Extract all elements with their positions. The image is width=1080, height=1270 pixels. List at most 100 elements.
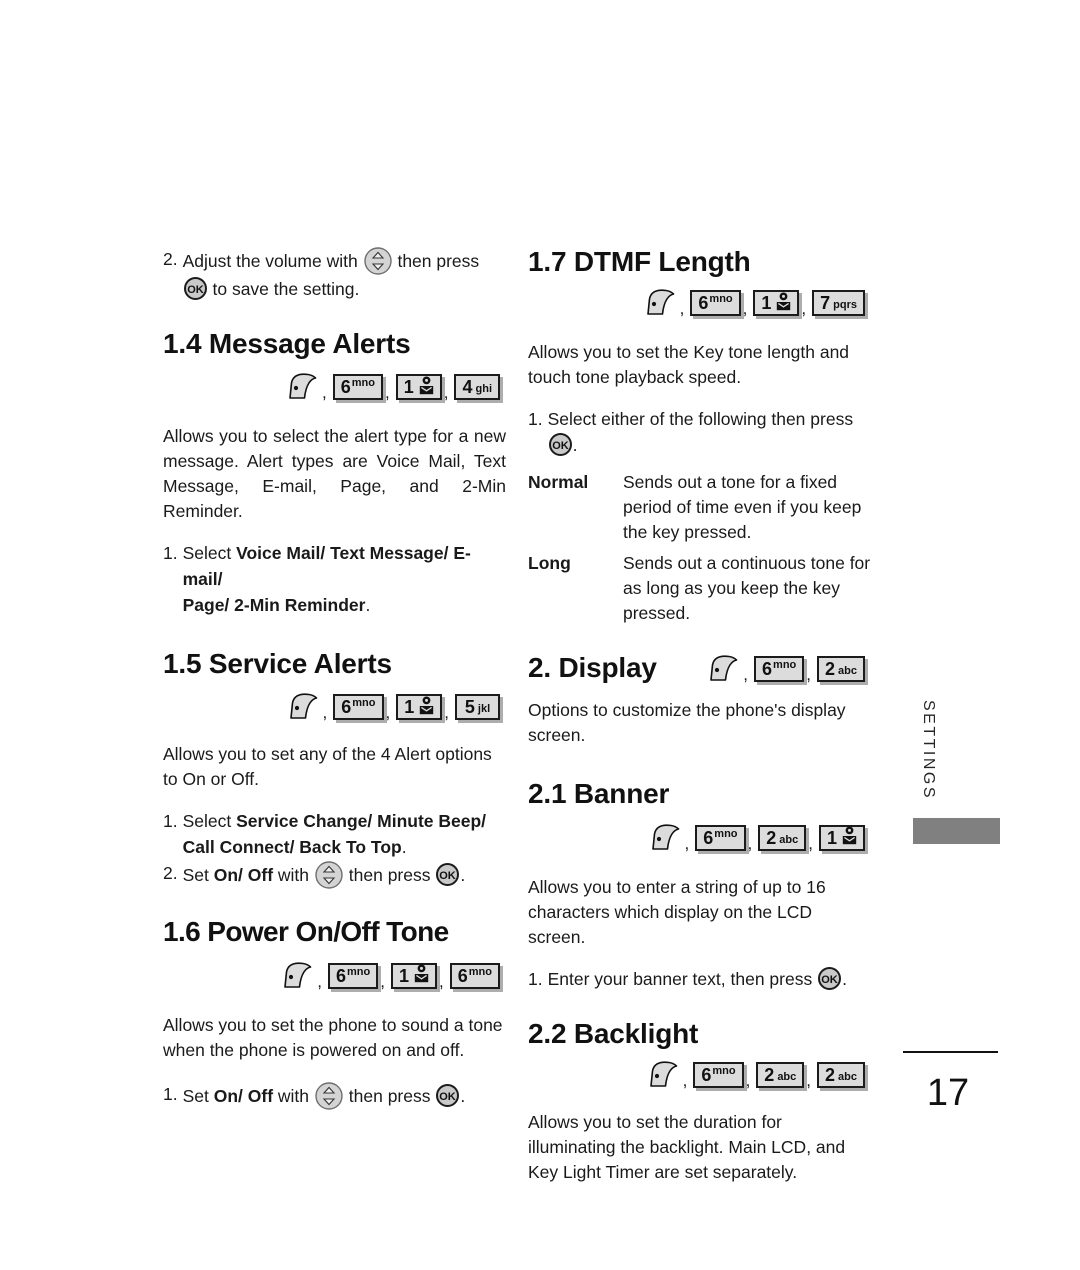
key-separator: , (443, 383, 449, 403)
heading-2-1-banner: 2.1 Banner (528, 778, 670, 810)
left-column: 2. Adjust the volume with then press OK (163, 246, 506, 1111)
option-desc-normal: Sends out a tone for a fixed period of t… (623, 472, 862, 543)
ok-key-icon: OK (183, 276, 208, 301)
body-1-4: Allows you to select the alert type for … (163, 426, 506, 522)
key-letters: abc (838, 1070, 857, 1083)
key-letters: abc (777, 1070, 797, 1083)
step-option-on-off: On/ Off (213, 865, 274, 886)
key-sequence-2: , 6 mno , 2 abc (667, 654, 871, 684)
key-separator: , (317, 971, 323, 991)
step-body: Enter your banner text, then press OK . (548, 966, 871, 992)
key-digit: 4 (462, 377, 473, 398)
keypad-key-1: 1 (753, 290, 800, 317)
voicemail-envelope-icon (414, 964, 429, 987)
key-sequence-2-1: , 6 mno , 2 abc , 1 (528, 823, 871, 853)
key-separator: , (322, 383, 327, 403)
step-text-before-nav: Adjust the volume with (182, 251, 358, 271)
step-text: Select either of the following then pres… (547, 409, 854, 430)
body-1-7: Allows you to set the Key tone length an… (528, 342, 850, 388)
heading-row-2-display: 2. Display , 6 mno , 2 abc (528, 652, 871, 684)
svg-text:OK: OK (187, 284, 204, 296)
step-lead: Set (182, 865, 214, 886)
menu-key-icon (647, 1060, 681, 1090)
body-1-6: Allows you to set the phone to sound a t… (163, 1014, 503, 1060)
keypad-key-6: 6 mno (328, 962, 379, 989)
step-body: Set On/ Off with then press OK . (183, 860, 506, 890)
step-body: Set On/ Off with then press OK . (183, 1081, 506, 1111)
step-number: 2. (163, 863, 178, 884)
step-body: Adjust the volume with then press OK to (183, 246, 506, 302)
svg-text:OK: OK (821, 974, 838, 986)
keypad-key-2: 2 abc (756, 1061, 805, 1088)
right-column: 1.7 DTMF Length , 6 mno , 1 , 7 pqrs All… (528, 246, 871, 1185)
key-separator: , (684, 833, 690, 853)
keypad-key-1: 1 (396, 694, 443, 721)
step-1-5-select: 1. Select Service Change/ Minute Beep/ C… (163, 808, 506, 860)
key-separator: , (682, 1070, 688, 1090)
body-2-2-backlight: Allows you to set the duration for illum… (528, 1111, 846, 1182)
key-letters: abc (838, 665, 857, 678)
key-digit: 6 (341, 697, 352, 718)
step-number: 1. (528, 409, 543, 430)
svg-text:OK: OK (440, 870, 457, 882)
key-separator: , (806, 1070, 812, 1090)
step-tail: . (401, 837, 407, 858)
key-letters: pqrs (833, 299, 857, 312)
voicemail-envelope-icon (419, 696, 434, 719)
key-letters: mno (712, 1064, 736, 1077)
footer-rule (903, 1051, 998, 1053)
step-tail: . (460, 865, 466, 886)
nav-updown-key-icon (363, 246, 393, 276)
key-sequence-1-7: , 6 mno , 1 , 7 pqrs (528, 288, 871, 318)
heading-1-6-power-on-off-tone: 1.6 Power On/Off Tone (163, 916, 449, 948)
manual-page: 2. Adjust the volume with then press OK (0, 0, 1080, 1270)
step-body: Select Service Change/ Minute Beep/ Call… (183, 808, 506, 860)
keypad-key-4: 4 ghi (454, 374, 500, 401)
key-separator: , (747, 833, 753, 853)
keypad-key-6-second: 6 mno (449, 962, 500, 989)
key-digit: 1 (826, 827, 837, 848)
key-separator: , (444, 703, 449, 723)
menu-key-icon (644, 288, 678, 318)
ok-key-icon: OK (817, 966, 842, 991)
svg-text:OK: OK (552, 440, 569, 452)
voicemail-envelope-icon (776, 292, 791, 315)
step-number: 1. (163, 1083, 178, 1104)
step-continued-adjust-volume: 2. Adjust the volume with then press OK (163, 246, 506, 302)
menu-key-icon (707, 654, 741, 684)
step-number: 1. (528, 968, 543, 989)
keypad-key-2: 2 abc (817, 656, 865, 683)
key-letters: mno (709, 293, 733, 306)
step-number: 1. (163, 811, 178, 832)
step-1-7-select: 1. Select either of the following then p… (528, 406, 871, 458)
key-separator: , (742, 299, 748, 319)
nav-updown-key-icon (314, 860, 344, 890)
keypad-key-2: 2 abc (758, 824, 807, 851)
step-text-after-ok: to save the setting. (212, 279, 360, 299)
step-lead: Select (182, 811, 237, 832)
step-option-line-1: Service Change/ Minute Beep/ (236, 811, 487, 832)
step-text-between: then press (397, 251, 480, 271)
body-2-display: Options to customize the phone's display… (528, 700, 846, 746)
key-digit: 6 (336, 965, 347, 986)
nav-updown-key-icon (314, 1081, 344, 1111)
keypad-key-7: 7 pqrs (812, 290, 865, 317)
page-number: 17 (926, 1072, 970, 1114)
key-letters: abc (779, 833, 799, 846)
key-separator: , (801, 299, 807, 319)
key-separator: , (745, 1070, 751, 1090)
heading-1-4-message-alerts: 1.4 Message Alerts (163, 328, 411, 359)
key-letters: mno (773, 659, 797, 672)
key-digit: 6 (457, 965, 468, 986)
step-1-5-set-on-off: 2. Set On/ Off with then press OK . (163, 860, 506, 890)
step-text: Enter your banner text, then press (547, 968, 813, 989)
key-digit: 1 (399, 965, 410, 986)
step-tail: . (572, 435, 578, 456)
key-digit: 1 (403, 377, 414, 398)
key-digit: 6 (762, 659, 773, 680)
key-sequence-1-4: , 6 mno , 1 , 4 ghi (163, 372, 506, 402)
key-separator: , (385, 703, 391, 723)
step-after-nav: then press (348, 865, 431, 886)
heading-2-display: 2. Display (528, 652, 657, 684)
dtmf-option-row: Long Sends out a continuous tone for as … (528, 551, 871, 626)
